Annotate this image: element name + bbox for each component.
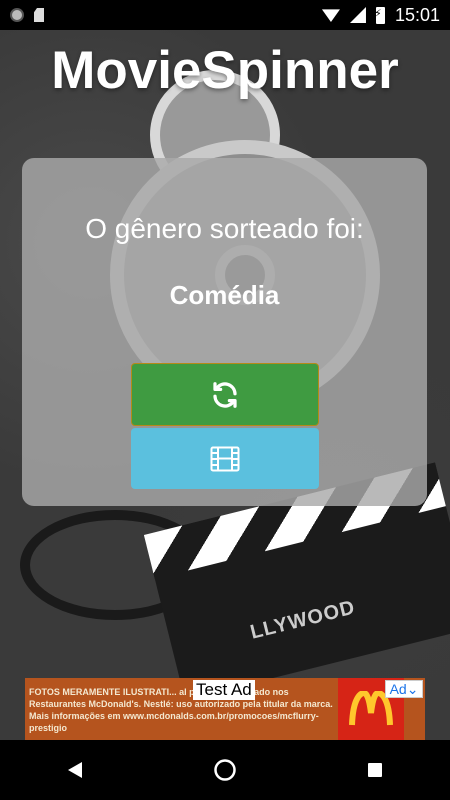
ad-body-text: FOTOS MERAMENTE ILUSTRATI... al por temp… [29,687,333,733]
ad-choices-button[interactable]: Ad⌄ [385,680,423,698]
back-icon [68,762,82,778]
status-left [10,8,44,22]
spin-button[interactable] [131,363,319,426]
battery-charging-icon [374,6,385,24]
home-button[interactable] [210,755,240,785]
status-right: 15:01 [321,4,440,26]
clock: 15:01 [394,4,440,25]
genre-prompt: O gênero sorteado foi: [85,213,364,244]
sd-card-icon [34,8,44,22]
recents-icon [368,763,382,777]
notification-dot-icon [10,8,24,22]
recents-button[interactable] [360,755,390,785]
status-bar: 15:01 [0,0,450,30]
back-button[interactable] [60,755,90,785]
home-icon [214,759,236,781]
app-title: MovieSpinner [51,41,399,100]
result-card: O gênero sorteado foi: Comédia [22,158,427,506]
refresh-icon [213,381,237,408]
film-icon [210,446,240,471]
clapper-text: LLYWOOD [248,596,358,644]
wifi-icon [321,9,340,22]
ad-choices-label: Ad [389,681,407,697]
navigation-bar [0,740,450,800]
test-ad-label: Test Ad [193,680,255,700]
movie-button[interactable] [131,428,319,489]
signal-icon [349,7,366,23]
genre-result: Comédia [169,280,280,310]
ad-banner[interactable]: FOTOS MERAMENTE ILUSTRATI... al por temp… [25,678,425,740]
